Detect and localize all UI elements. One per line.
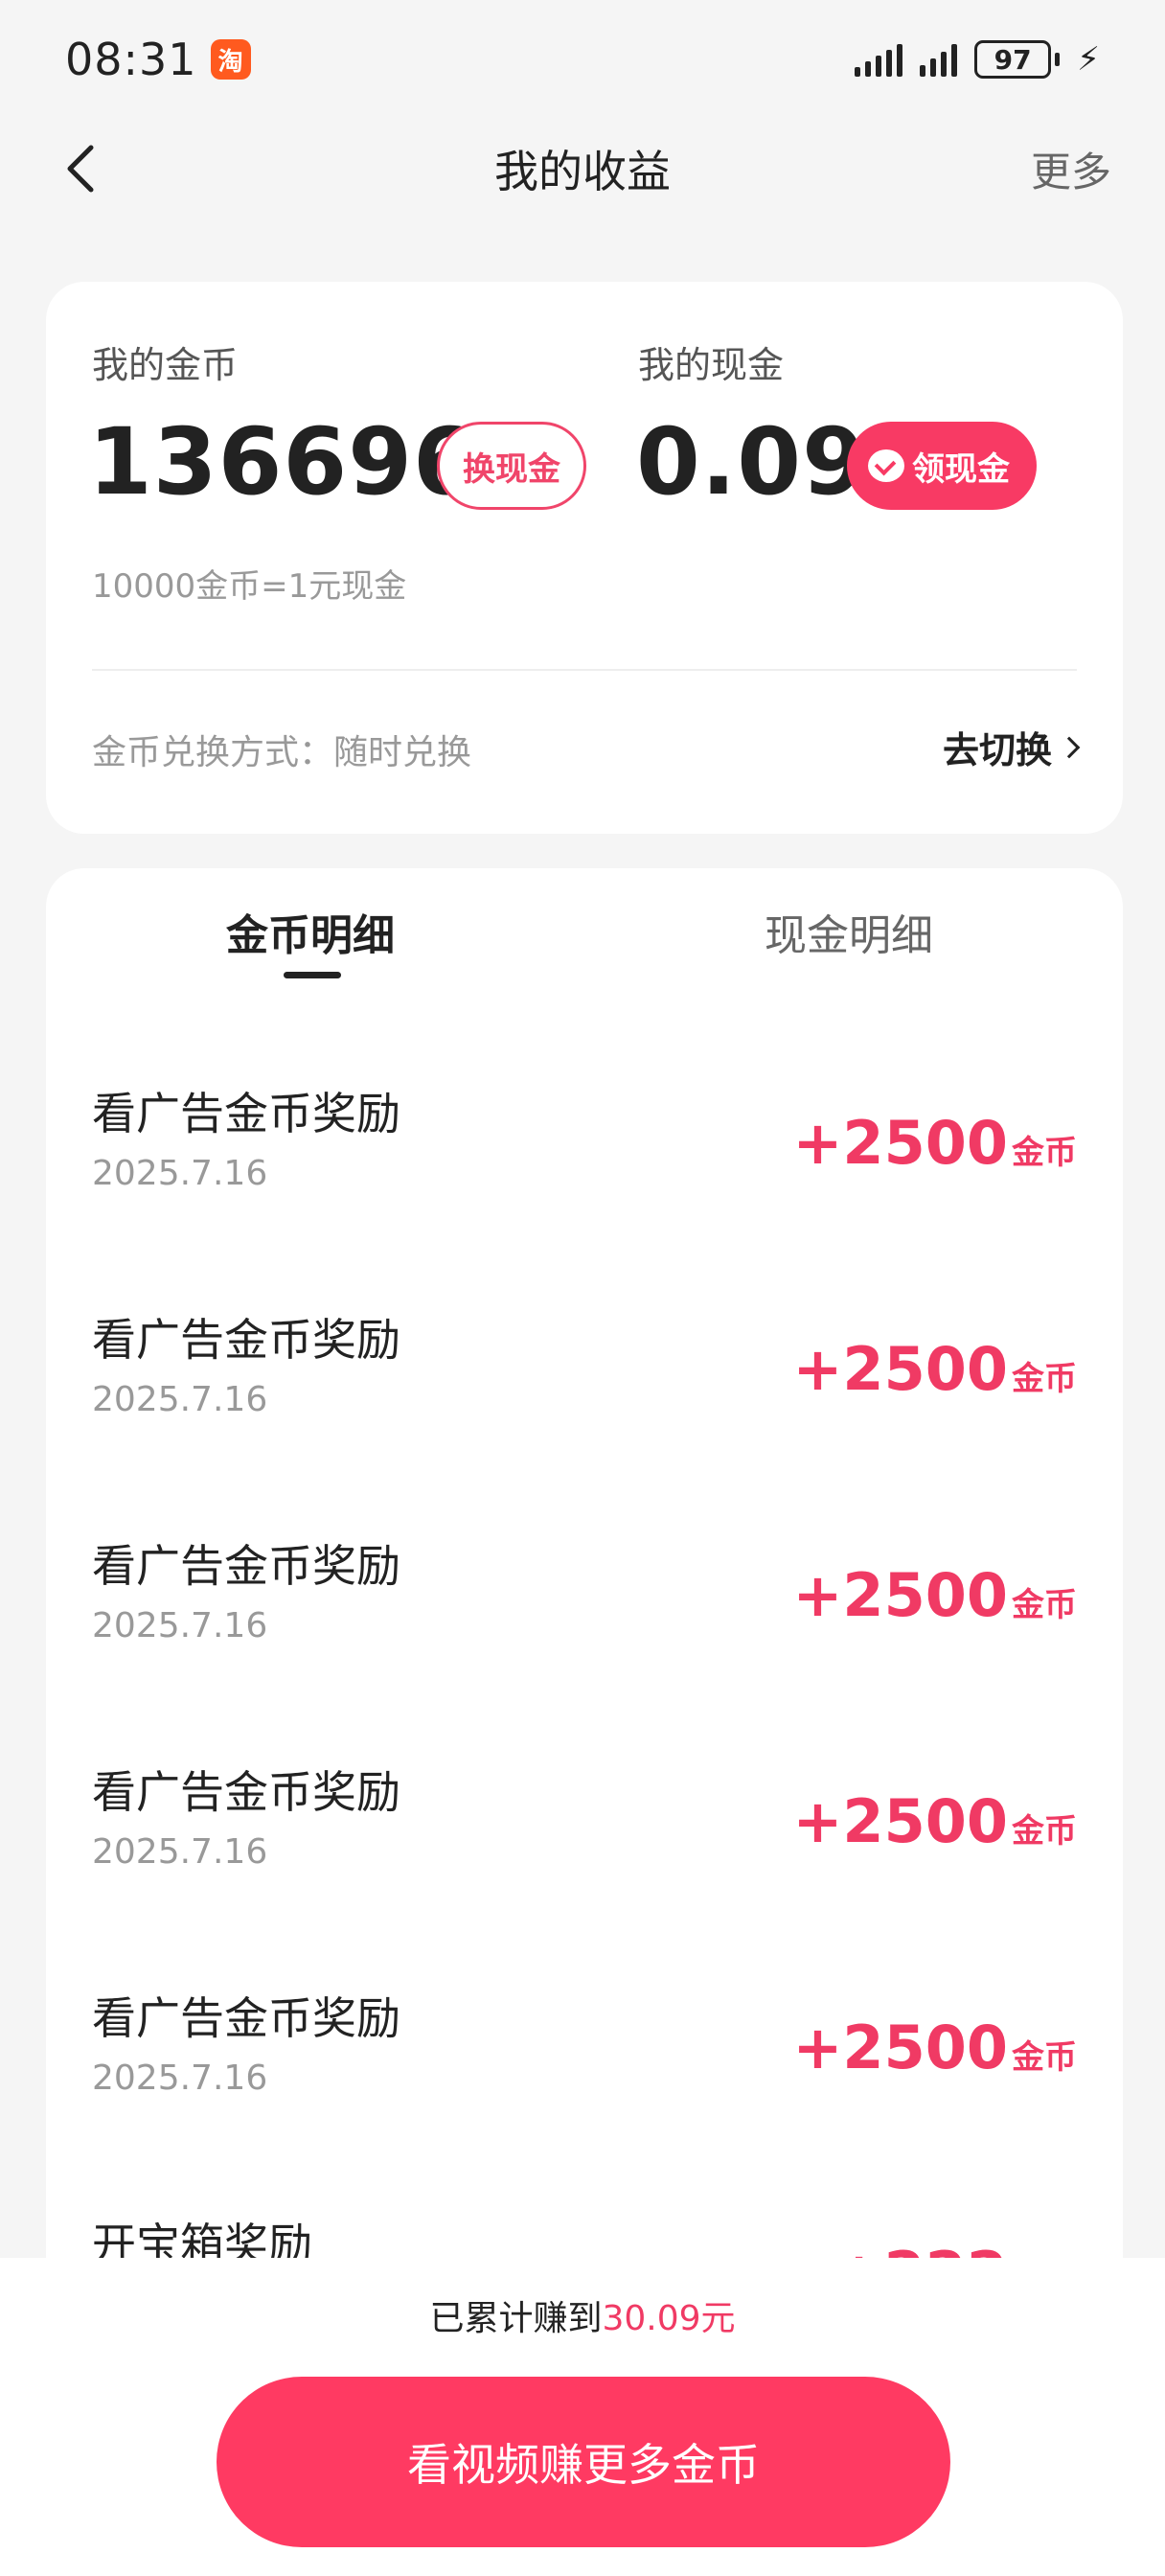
- wechat-icon: [868, 449, 904, 482]
- record-date: 2025.7.16: [92, 2058, 268, 2098]
- record-title: 看广告金币奖励: [92, 1540, 400, 1592]
- coins-label: 我的金币: [92, 344, 239, 386]
- record-amount-unit: 金币: [1012, 1360, 1077, 1398]
- earnings-summary-card: 我的金币 136696 换现金 我的现金 0.09 领现金 10000金币=1元…: [46, 282, 1123, 834]
- nav-bar: 我的收益 更多: [0, 119, 1165, 218]
- page-title: 我的收益: [494, 146, 671, 197]
- list-item: 看广告金币奖励 2025.7.16 +2500 金币: [46, 1305, 1123, 1531]
- record-title: 看广告金币奖励: [92, 1314, 400, 1366]
- signal-icon-2: [920, 42, 958, 77]
- record-amount-value: +2500: [792, 1334, 1008, 1404]
- divider: [92, 669, 1077, 671]
- record-date: 2025.7.16: [92, 1832, 268, 1872]
- watch-video-earn-button[interactable]: 看视频赚更多金币: [217, 2377, 950, 2547]
- switch-method-label: 去切换: [942, 729, 1052, 771]
- record-date: 2025.7.16: [92, 1154, 268, 1193]
- coins-value: 136696: [88, 408, 478, 516]
- chevron-right-icon: [1058, 736, 1081, 758]
- charging-icon: ⚡: [1077, 40, 1100, 79]
- record-amount-unit: 金币: [1012, 1134, 1077, 1172]
- record-date: 2025.7.16: [92, 1380, 268, 1419]
- list-item: 看广告金币奖励 2025.7.16 +2500 金币: [46, 1531, 1123, 1758]
- battery-tip: [1055, 53, 1061, 66]
- exchange-rate: 10000金币=1元现金: [92, 567, 407, 606]
- record-amount: +2500 金币: [792, 1108, 1077, 1178]
- status-left: 08:31 淘: [65, 34, 251, 85]
- record-amount: +2500 金币: [792, 1786, 1077, 1856]
- battery-icon: 97: [974, 40, 1061, 79]
- record-date: 2025.7.16: [92, 1606, 268, 1645]
- record-amount: +2500 金币: [792, 2012, 1077, 2082]
- active-tab-indicator: [284, 972, 341, 978]
- record-amount-unit: 金币: [1012, 2038, 1077, 2077]
- record-amount-value: +2500: [792, 1560, 1008, 1630]
- taobao-app-icon: 淘: [210, 39, 251, 80]
- detail-tabs: 金币明细 现金明细: [46, 868, 1123, 1002]
- switch-method-link[interactable]: 去切换: [942, 721, 1081, 773]
- record-title: 看广告金币奖励: [92, 1766, 400, 1818]
- record-amount-value: +2500: [792, 1786, 1008, 1856]
- more-button[interactable]: 更多: [1031, 140, 1111, 198]
- back-button[interactable]: [57, 145, 103, 193]
- record-amount-unit: 金币: [1012, 1586, 1077, 1624]
- withdraw-cash-button[interactable]: 领现金: [847, 422, 1037, 510]
- list-item: 看广告金币奖励 2025.7.16 +2500 金币: [46, 1984, 1123, 2210]
- cash-value: 0.09: [636, 408, 867, 516]
- exchange-cash-button[interactable]: 换现金: [437, 422, 586, 510]
- withdraw-cash-label: 领现金: [912, 449, 1010, 489]
- total-earned-amount: 30.09元: [602, 2299, 736, 2338]
- status-time: 08:31: [65, 34, 197, 85]
- record-title: 看广告金币奖励: [92, 1992, 400, 2044]
- record-title: 看广告金币奖励: [92, 1088, 400, 1139]
- record-amount-unit: 金币: [1012, 1812, 1077, 1851]
- total-earned-prefix: 已累计赚到: [429, 2299, 603, 2338]
- list-item: 看广告金币奖励 2025.7.16 +2500 金币: [46, 1758, 1123, 1984]
- exchange-method: 金币兑换方式：随时兑换: [92, 733, 472, 772]
- list-item: 看广告金币奖励 2025.7.16 +2500 金币: [46, 1079, 1123, 1305]
- total-earned: 已累计赚到30.09元: [0, 2290, 1165, 2340]
- bottom-panel: 已累计赚到30.09元 看视频赚更多金币: [0, 2258, 1165, 2576]
- record-amount-value: +2500: [792, 1108, 1008, 1178]
- cash-label: 我的现金: [638, 344, 785, 386]
- record-amount-value: +2500: [792, 2012, 1008, 2082]
- record-amount: +2500 金币: [792, 1334, 1077, 1404]
- status-right: 97 ⚡: [855, 40, 1100, 79]
- battery-level: 97: [974, 40, 1052, 79]
- tab-coin-detail[interactable]: 金币明细: [226, 901, 395, 962]
- status-bar: 08:31 淘 97 ⚡: [0, 0, 1165, 119]
- record-amount: +2500 金币: [792, 1560, 1077, 1630]
- signal-icon: [855, 42, 903, 77]
- chevron-left-icon: [67, 145, 94, 193]
- tab-cash-detail[interactable]: 现金明细: [765, 901, 933, 962]
